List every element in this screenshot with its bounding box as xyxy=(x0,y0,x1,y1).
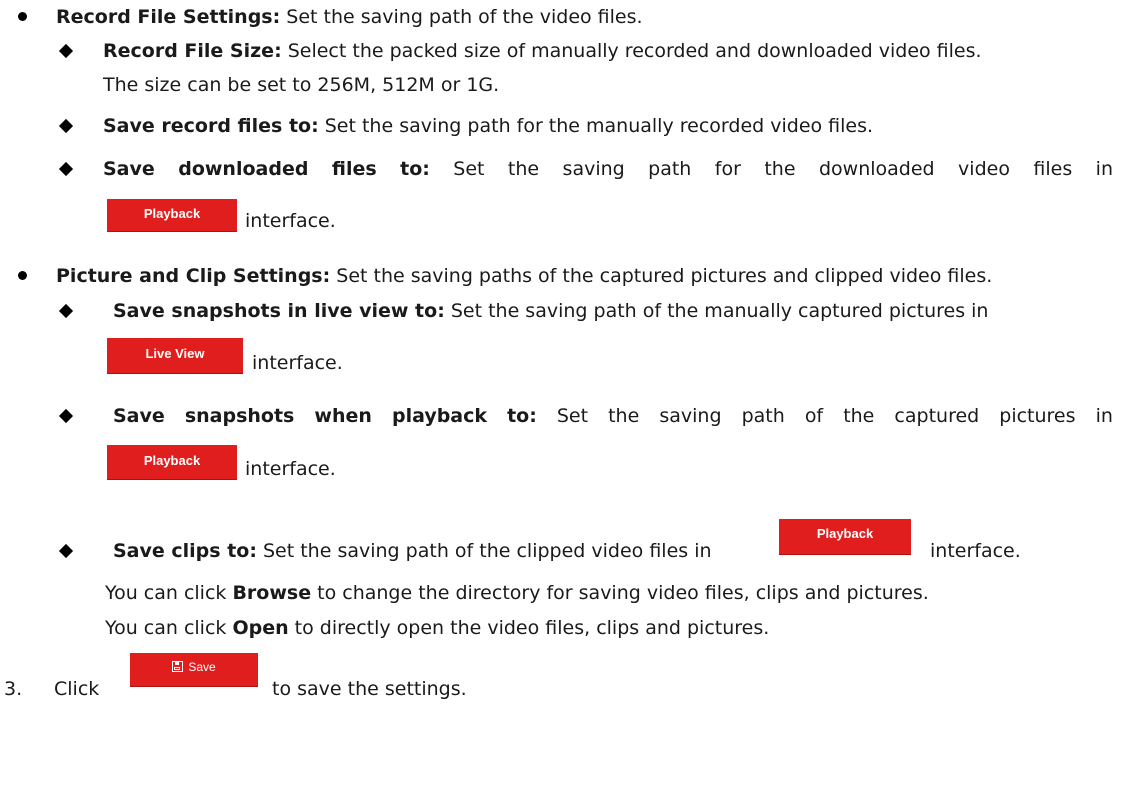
record-settings-heading: Record File Settings: xyxy=(56,6,281,28)
diamond-bullet-icon xyxy=(58,408,74,424)
interface-suffix: interface. xyxy=(245,458,336,480)
snapshots-playback-word: when xyxy=(314,405,372,427)
browse-keyword: Browse xyxy=(232,582,312,604)
browse-note: You can click Browse to change the direc… xyxy=(105,581,929,605)
open-keyword: Open xyxy=(232,617,289,639)
snapshots-playback-word: snapshots xyxy=(184,405,295,427)
save-record-files-label: Save record files to: xyxy=(103,115,319,137)
snapshots-live-view-label: Save snapshots in live view to: xyxy=(113,300,445,322)
diamond-bullet-icon xyxy=(58,161,74,177)
justified-word: for xyxy=(714,158,741,180)
diamond-bullet-icon xyxy=(58,43,74,59)
step-number: 3. xyxy=(4,678,23,700)
interface-suffix: interface. xyxy=(252,352,343,374)
step-suffix: to save the settings. xyxy=(272,678,467,700)
picture-settings-desc: Set the saving paths of the captured pic… xyxy=(330,265,993,287)
justified-word: the xyxy=(507,158,540,180)
justified-word: the xyxy=(764,158,796,180)
save-clips-label: Save clips to: xyxy=(113,540,257,562)
snapshots-playback-word: playback xyxy=(391,405,488,427)
open-note: You can click Open to directly open the … xyxy=(105,616,769,640)
justified-word: path xyxy=(741,405,785,427)
record-file-size-line: Record File Size: Select the packed size… xyxy=(103,39,982,63)
record-file-size-label: Record File Size: xyxy=(103,40,282,62)
playback-button[interactable]: Playback xyxy=(107,445,237,480)
snapshots-live-view-line: Save snapshots in live view to: Set the … xyxy=(113,299,988,323)
note-text: to change the directory for saving video… xyxy=(311,582,929,604)
record-file-size-text2: The size can be set to 256M, 512M or 1G. xyxy=(103,74,500,96)
save-clips-text: Set the saving path of the clipped video… xyxy=(256,540,712,562)
save-disk-icon xyxy=(172,661,184,672)
justified-word: of xyxy=(804,405,824,427)
step-click-text: Click xyxy=(54,678,100,700)
note-text: to directly open the video files, clips … xyxy=(288,617,770,639)
save-record-files-text: Set the saving path for the manually rec… xyxy=(318,115,874,137)
snapshots-playback-word: to: xyxy=(507,405,537,427)
justified-word: in xyxy=(1095,405,1113,427)
save-downloaded-word: Save xyxy=(103,158,155,180)
snapshots-playback-word: Save xyxy=(113,405,165,427)
justified-word: in xyxy=(1095,158,1113,180)
interface-suffix: interface. xyxy=(245,210,336,232)
save-downloaded-word: downloaded xyxy=(178,158,309,180)
diamond-bullet-icon xyxy=(58,543,74,559)
justified-word: the xyxy=(843,405,875,427)
diamond-bullet-icon xyxy=(58,118,74,134)
justified-word: path xyxy=(648,158,692,180)
playback-button[interactable]: Playback xyxy=(107,199,237,232)
save-downloaded-word: to: xyxy=(400,158,430,180)
justified-word: the xyxy=(608,405,640,427)
save-button[interactable]: Save xyxy=(130,653,258,687)
justified-word: pictures xyxy=(999,405,1076,427)
justified-word: Set xyxy=(556,405,589,427)
save-clips-line: Save clips to: Set the saving path of th… xyxy=(113,539,712,563)
bullet-disc-icon xyxy=(18,271,27,280)
save-downloaded-word: files xyxy=(331,158,377,180)
justified-word: saving xyxy=(659,405,722,427)
note-text: You can click xyxy=(105,617,233,639)
justified-word: video xyxy=(958,158,1010,180)
justified-word: captured xyxy=(894,405,980,427)
bullet-disc-icon xyxy=(18,12,27,21)
save-downloaded-files-line: Save downloaded files to: Set the saving… xyxy=(103,157,1113,181)
save-button-label: Save xyxy=(188,660,216,674)
snapshots-live-view-text: Set the saving path of the manually capt… xyxy=(444,300,989,322)
picture-settings-line: Picture and Clip Settings: Set the savin… xyxy=(56,264,992,288)
record-file-size-text: Select the packed size of manually recor… xyxy=(281,40,982,62)
diamond-bullet-icon xyxy=(58,303,74,319)
live-view-button[interactable]: Live View xyxy=(107,338,243,374)
note-text: You can click xyxy=(105,582,233,604)
snapshots-playback-line: Save snapshots when playback to: Set the… xyxy=(113,404,1113,428)
playback-button[interactable]: Playback xyxy=(779,519,911,555)
record-settings-line: Record File Settings: Set the saving pat… xyxy=(56,5,643,29)
interface-suffix: interface. xyxy=(930,540,1021,562)
justified-word: files xyxy=(1033,158,1073,180)
justified-word: saving xyxy=(562,158,625,180)
save-record-files-line: Save record files to: Set the saving pat… xyxy=(103,114,873,138)
justified-word: Set xyxy=(453,158,485,180)
picture-settings-heading: Picture and Clip Settings: xyxy=(56,265,331,287)
record-settings-desc: Set the saving path of the video files. xyxy=(280,6,643,28)
justified-word: downloaded xyxy=(818,158,935,180)
